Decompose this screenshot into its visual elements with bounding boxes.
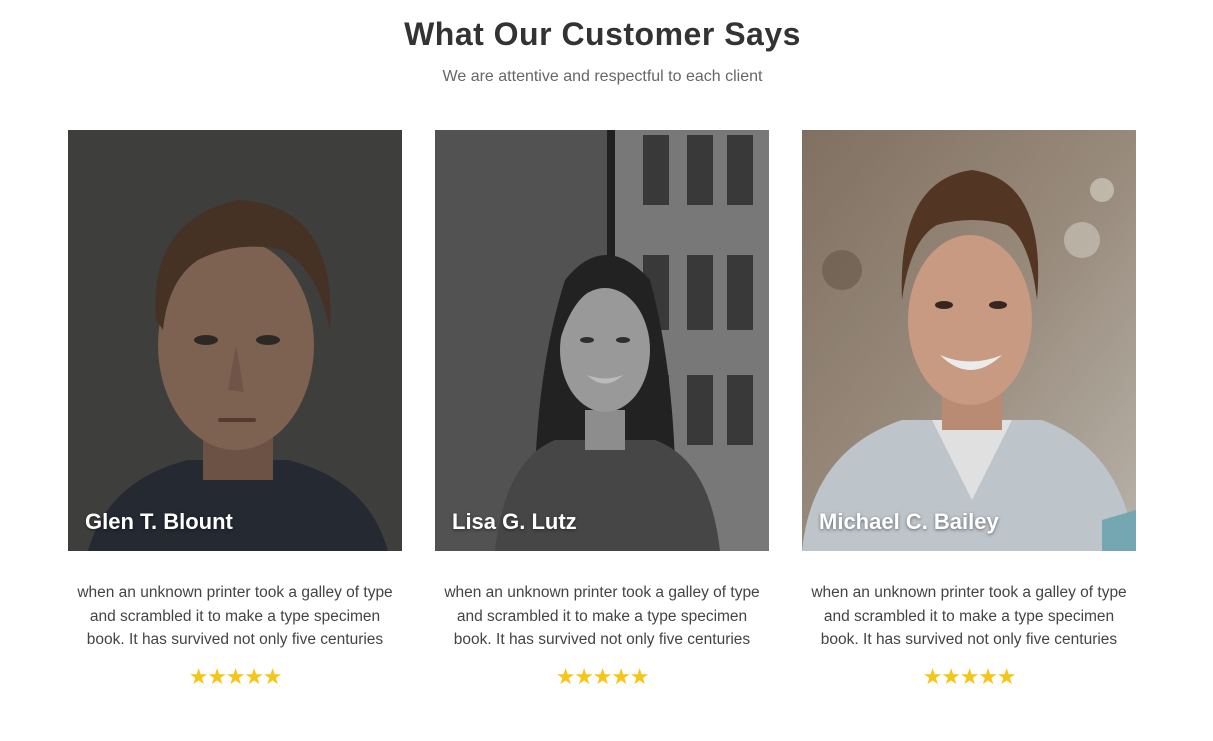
testimonial-quote: when an unknown printer took a galley of… bbox=[77, 584, 393, 648]
star-icon: ★ bbox=[959, 663, 980, 689]
star-icon: ★ bbox=[922, 663, 943, 689]
customer-name: Michael C. Bailey bbox=[819, 509, 999, 534]
star-icon: ★ bbox=[978, 663, 998, 689]
star-icon: ★ bbox=[629, 663, 650, 689]
customer-photo: Lisa G. Lutz bbox=[435, 130, 769, 551]
section-subtitle: We are attentive and respectful to each … bbox=[442, 68, 763, 85]
star-icon: ★ bbox=[225, 663, 246, 689]
testimonial-card: Michael C. Bailey when an unknown printe… bbox=[802, 130, 1136, 688]
customer-photo: Michael C. Bailey bbox=[802, 130, 1136, 551]
customer-name: Lisa G. Lutz bbox=[452, 509, 577, 534]
star-rating: ★★★★★ bbox=[435, 663, 769, 689]
testimonial-quote: when an unknown printer took a galley of… bbox=[811, 584, 1127, 648]
star-icon: ★ bbox=[188, 663, 209, 689]
customer-photo: Glen T. Blount bbox=[68, 130, 402, 551]
testimonials-section: What Our Customer Says We are attentive … bbox=[0, 0, 1213, 741]
star-icon: ★ bbox=[941, 663, 961, 689]
star-icon: ★ bbox=[996, 663, 1017, 689]
star-icon: ★ bbox=[592, 663, 613, 689]
star-icon: ★ bbox=[555, 663, 576, 689]
star-icon: ★ bbox=[244, 663, 264, 689]
star-rating: ★★★★★ bbox=[802, 663, 1136, 689]
testimonial-card: Lisa G. Lutz when an unknown printer too… bbox=[435, 130, 769, 688]
star-icon: ★ bbox=[262, 663, 283, 689]
section-title: What Our Customer Says bbox=[404, 16, 801, 52]
star-icon: ★ bbox=[207, 663, 227, 689]
testimonial-card: Glen T. Blount when an unknown printer t… bbox=[68, 130, 402, 688]
testimonial-quote: when an unknown printer took a galley of… bbox=[444, 584, 760, 648]
star-rating: ★★★★★ bbox=[68, 663, 402, 689]
star-icon: ★ bbox=[611, 663, 631, 689]
customer-name: Glen T. Blount bbox=[85, 509, 233, 534]
star-icon: ★ bbox=[574, 663, 594, 689]
